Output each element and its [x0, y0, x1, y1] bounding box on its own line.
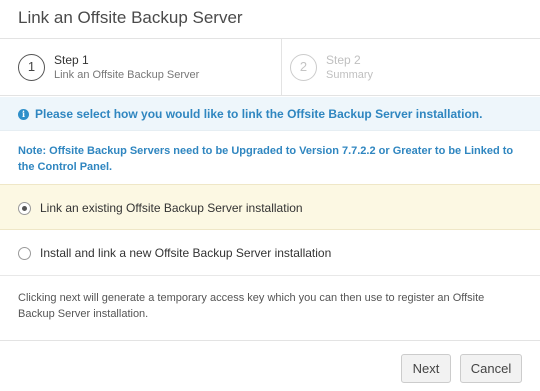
- info-message-text: Please select how you would like to link…: [35, 107, 483, 121]
- radio-link-existing[interactable]: [18, 202, 31, 215]
- step-2-number: 2: [290, 54, 317, 81]
- radio-install-new[interactable]: [18, 247, 31, 260]
- step-1-subtitle: Link an Offsite Backup Server: [54, 69, 200, 81]
- option-link-existing[interactable]: Link an existing Offsite Backup Server i…: [0, 184, 540, 230]
- step-1-title: Step 1: [54, 53, 89, 67]
- access-key-description: Clicking next will generate a temporary …: [18, 292, 485, 320]
- version-note: Note: Offsite Backup Servers need to be …: [18, 145, 514, 173]
- cancel-button[interactable]: Cancel: [460, 354, 522, 383]
- step-2: 2 Step 2 Summary: [282, 39, 540, 96]
- next-button[interactable]: Next: [401, 354, 451, 383]
- info-message: i Please select how you would like to li…: [0, 97, 540, 131]
- step-2-subtitle: Summary: [326, 69, 374, 81]
- wizard-steps: 1 Step 1 Link an Offsite Backup Server 2…: [0, 39, 540, 96]
- step-1-number: 1: [18, 54, 45, 81]
- step-2-title: Step 2: [326, 53, 361, 67]
- option-install-new-label[interactable]: Install and link a new Offsite Backup Se…: [40, 246, 331, 260]
- step-1: 1 Step 1 Link an Offsite Backup Server: [0, 39, 282, 96]
- info-circle-icon: i: [18, 109, 29, 120]
- option-link-existing-label[interactable]: Link an existing Offsite Backup Server i…: [40, 201, 303, 215]
- dialog-header: Link an Offsite Backup Server: [0, 0, 540, 39]
- dialog-footer: Next Cancel: [0, 340, 540, 391]
- link-offsite-backup-dialog: Link an Offsite Backup Server 1 Step 1 L…: [0, 0, 540, 391]
- radio-selected-dot: [22, 206, 27, 211]
- dialog-title: Link an Offsite Backup Server: [18, 8, 243, 27]
- option-install-new[interactable]: Install and link a new Offsite Backup Se…: [0, 230, 540, 276]
